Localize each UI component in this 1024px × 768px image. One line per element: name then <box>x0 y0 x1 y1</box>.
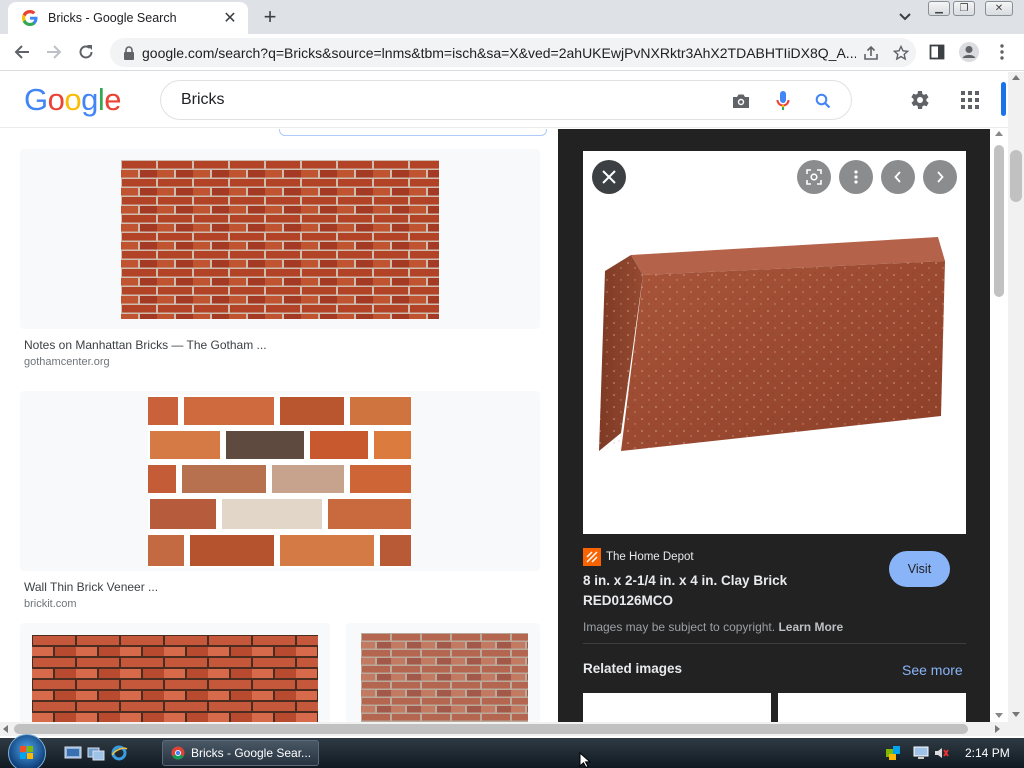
result-title[interactable]: Notes on Manhattan Bricks — The Gotham .… <box>24 338 267 352</box>
result-card[interactable] <box>346 623 540 722</box>
learn-more-link[interactable]: Learn More <box>778 620 843 634</box>
result-card[interactable]: Notes on Manhattan Bricks — The Gotham .… <box>0 129 558 369</box>
side-panel-icon[interactable] <box>925 40 949 64</box>
scroll-right-arrow-icon[interactable] <box>995 725 1000 733</box>
address-bar[interactable]: google.com/search?q=Bricks&source=lnms&t… <box>110 38 916 67</box>
preview-image[interactable] <box>583 151 966 534</box>
start-button[interactable] <box>8 734 46 768</box>
image-preview-panel: The Home Depot 8 in. x 2-1/4 in. x 4 in.… <box>558 129 990 722</box>
share-icon[interactable] <box>856 41 886 65</box>
see-more-link[interactable]: See more <box>902 662 963 678</box>
internet-explorer-icon[interactable] <box>110 745 128 761</box>
search-icon[interactable] <box>811 89 835 113</box>
google-favicon-icon <box>22 10 38 26</box>
source-name[interactable]: The Home Depot <box>606 551 694 563</box>
chrome-icon <box>171 746 185 760</box>
horizontal-scrollbar[interactable] <box>0 722 1024 736</box>
clay-brick-image <box>599 237 945 451</box>
system-tray <box>885 738 949 768</box>
display-icon[interactable] <box>913 745 929 761</box>
tab-search-chevron-icon[interactable] <box>893 6 917 28</box>
preview-scrollbar[interactable] <box>990 129 1008 722</box>
tab-strip: Bricks - Google Search ✕ + ▁ ❐ ✕ <box>0 0 1024 34</box>
profile-avatar-icon[interactable] <box>957 40 981 64</box>
lock-icon <box>124 45 134 60</box>
next-image-button[interactable] <box>923 160 957 194</box>
restore-button[interactable]: ❐ <box>953 1 975 16</box>
network-status-icon[interactable] <box>885 745 901 761</box>
taskbar-window-label: Bricks - Google Sear... <box>191 746 312 760</box>
result-title[interactable]: Wall Thin Brick Veneer ... <box>24 580 158 594</box>
close-preview-button[interactable] <box>592 160 626 194</box>
close-icon <box>602 170 616 184</box>
result-site: gothamcenter.org <box>24 356 110 368</box>
lens-icon <box>806 169 822 185</box>
windows-taskbar: Bricks - Google Sear... 2:14 PM <box>0 734 1024 768</box>
tab-title: Bricks - Google Search <box>48 11 177 25</box>
google-logo[interactable]: Google <box>24 82 122 118</box>
preview-scrollbar-thumb[interactable] <box>994 145 1004 297</box>
bookmark-star-icon[interactable] <box>886 41 916 65</box>
scroll-left-arrow-icon[interactable] <box>3 725 8 733</box>
product-title-line1[interactable]: 8 in. x 2-1/4 in. x 4 in. Clay Brick <box>583 573 787 588</box>
result-thumbnail-image[interactable] <box>121 160 439 319</box>
page-scroll-down-arrow-icon[interactable] <box>1012 712 1020 717</box>
copyright-notice: Images may be subject to copyright. Lear… <box>583 620 843 634</box>
more-options-button[interactable] <box>839 160 873 194</box>
previous-image-button[interactable] <box>881 160 915 194</box>
search-box[interactable]: Bricks <box>160 80 852 120</box>
copyright-text: Images may be subject to copyright. <box>583 620 776 634</box>
chrome-menu-icon[interactable] <box>990 40 1014 64</box>
result-card[interactable]: Wall Thin Brick Veneer ... brickit.com <box>0 371 558 611</box>
result-thumbnail-image[interactable] <box>148 395 411 568</box>
result-thumbnail-image[interactable] <box>32 635 318 722</box>
page-vertical-scrollbar[interactable] <box>1008 72 1024 722</box>
lens-search-button[interactable] <box>797 160 831 194</box>
related-image-thumbnail[interactable] <box>778 693 966 722</box>
horizontal-scrollbar-thumb[interactable] <box>14 724 968 734</box>
result-card[interactable] <box>20 623 330 722</box>
sign-in-button-edge[interactable] <box>1001 82 1006 116</box>
windows-logo-icon <box>20 746 33 759</box>
result-site: brickit.com <box>24 598 77 610</box>
scroll-down-arrow-icon[interactable] <box>995 713 1003 718</box>
chevron-right-icon <box>937 171 944 183</box>
taskbar-chrome-window[interactable]: Bricks - Google Sear... <box>162 740 319 766</box>
settings-gear-icon[interactable] <box>907 88 931 112</box>
url-text[interactable]: google.com/search?q=Bricks&source=lnms&t… <box>142 45 856 61</box>
visit-button[interactable]: Visit <box>889 551 950 587</box>
chevron-left-icon <box>894 171 901 183</box>
browser-toolbar: google.com/search?q=Bricks&source=lnms&t… <box>0 34 1024 71</box>
scroll-up-arrow-icon[interactable] <box>995 131 1003 136</box>
switch-windows-icon[interactable] <box>87 745 105 761</box>
related-image-thumbnail[interactable] <box>583 693 771 722</box>
divider <box>583 643 966 644</box>
mouse-cursor-icon <box>579 752 591 768</box>
minimize-button[interactable]: ▁ <box>928 1 950 16</box>
browser-tab[interactable]: Bricks - Google Search ✕ <box>8 2 248 34</box>
page-vertical-scrollbar-thumb[interactable] <box>1010 150 1022 202</box>
taskbar-clock[interactable]: 2:14 PM <box>965 746 1010 760</box>
close-window-button[interactable]: ✕ <box>985 1 1013 16</box>
page-scroll-up-arrow-icon[interactable] <box>1012 75 1020 80</box>
google-header: Google Bricks <box>0 72 1008 128</box>
result-thumbnail-image[interactable] <box>361 633 528 722</box>
new-tab-button[interactable]: + <box>258 4 282 29</box>
volume-muted-icon[interactable] <box>933 745 949 761</box>
close-tab-icon[interactable]: ✕ <box>220 8 240 28</box>
related-images-heading: Related images <box>583 661 683 676</box>
search-input[interactable]: Bricks <box>181 91 225 109</box>
microphone-icon[interactable] <box>771 89 795 113</box>
product-title-line2[interactable]: RED0126MCO <box>583 593 673 608</box>
show-desktop-icon[interactable] <box>64 745 82 761</box>
source-row[interactable]: The Home Depot <box>583 548 694 566</box>
image-results-grid: Notes on Manhattan Bricks — The Gotham .… <box>0 129 558 722</box>
camera-lens-icon[interactable] <box>729 89 753 113</box>
home-depot-logo <box>583 548 601 566</box>
back-arrow-icon[interactable] <box>10 40 34 64</box>
more-vertical-icon <box>854 170 858 184</box>
reload-icon[interactable] <box>74 40 98 64</box>
forward-arrow-icon[interactable] <box>42 40 66 64</box>
google-apps-grid-icon[interactable] <box>958 88 982 112</box>
